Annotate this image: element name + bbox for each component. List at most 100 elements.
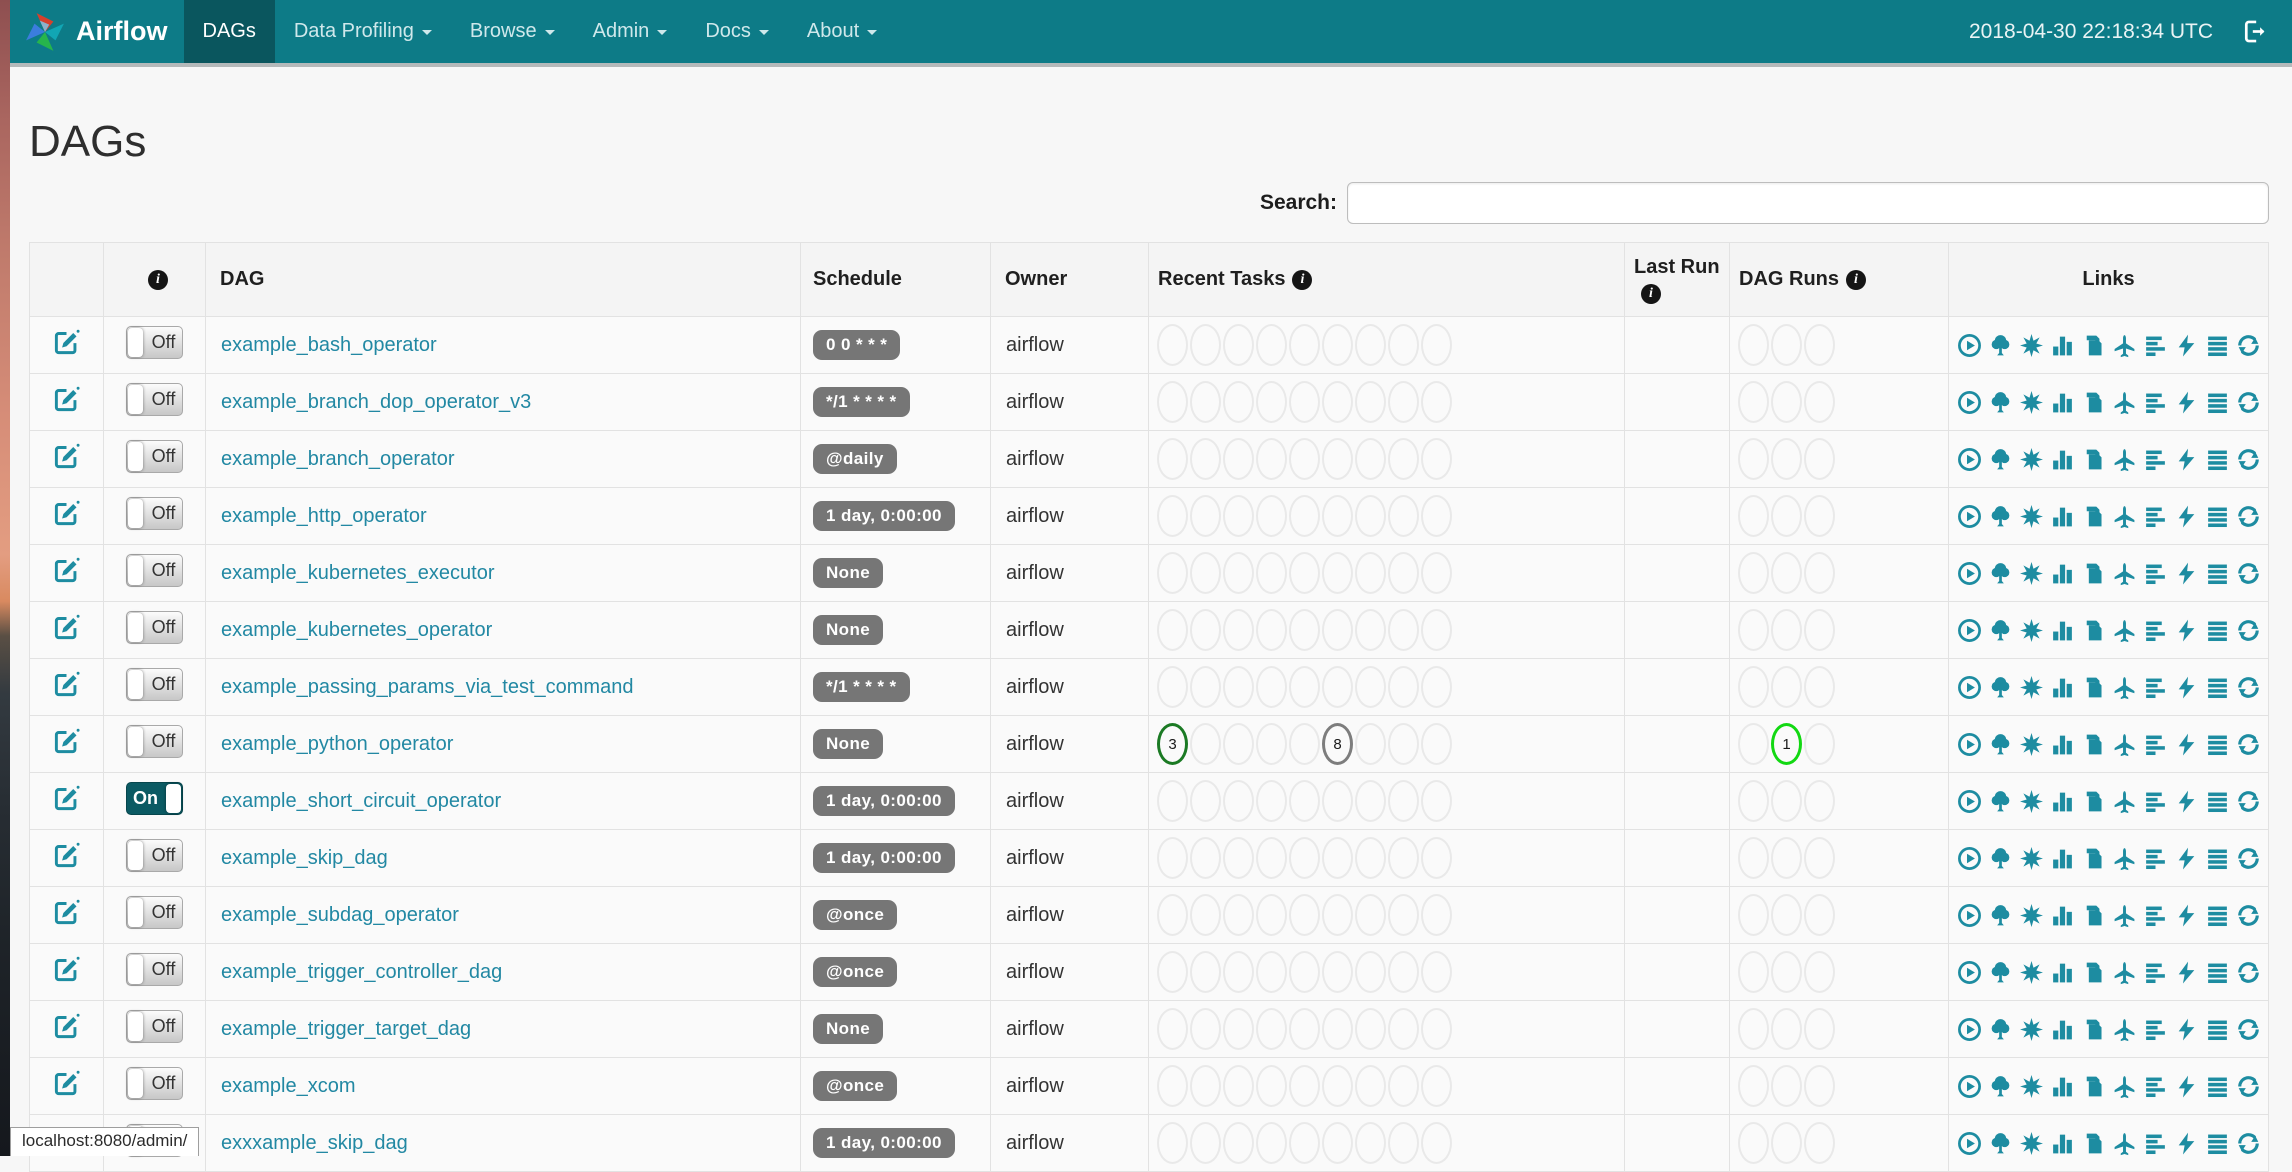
recent-task-circle[interactable] — [1190, 894, 1221, 936]
recent-task-circle[interactable] — [1421, 837, 1452, 879]
logs-icon[interactable] — [2205, 333, 2230, 358]
dag-pause-toggle[interactable]: Off — [126, 1066, 183, 1100]
nav-item-admin[interactable]: Admin — [574, 0, 687, 63]
dag-run-circle[interactable] — [1738, 495, 1769, 537]
gantt-view-icon[interactable] — [2143, 789, 2168, 814]
recent-task-circle[interactable] — [1157, 324, 1188, 366]
dag-pause-toggle[interactable]: Off — [126, 610, 183, 644]
recent-task-circle[interactable] — [1355, 1008, 1386, 1050]
recent-task-circle[interactable] — [1421, 1122, 1452, 1164]
task-tries-icon[interactable] — [2081, 1131, 2106, 1156]
nav-item-browse[interactable]: Browse — [451, 0, 574, 63]
task-duration-icon[interactable] — [2050, 618, 2075, 643]
landing-times-icon[interactable] — [2112, 846, 2137, 871]
recent-task-circle[interactable] — [1355, 438, 1386, 480]
recent-task-circle[interactable] — [1223, 780, 1254, 822]
recent-task-circle[interactable] — [1322, 666, 1353, 708]
dag-run-circle[interactable] — [1771, 324, 1802, 366]
recent-task-circle[interactable] — [1322, 894, 1353, 936]
recent-task-circle[interactable] — [1421, 780, 1452, 822]
recent-task-circle[interactable] — [1190, 1008, 1221, 1050]
logout-icon[interactable] — [2241, 18, 2268, 45]
tree-view-icon[interactable] — [1988, 960, 2013, 985]
refresh-icon[interactable] — [2236, 618, 2261, 643]
code-view-icon[interactable] — [2174, 1074, 2199, 1099]
recent-task-circle[interactable] — [1388, 894, 1419, 936]
dag-pause-toggle[interactable]: Off — [126, 553, 183, 587]
recent-task-circle[interactable] — [1322, 552, 1353, 594]
recent-task-circle[interactable] — [1256, 837, 1287, 879]
recent-task-circle[interactable] — [1289, 1065, 1320, 1107]
recent-task-circle[interactable] — [1355, 723, 1386, 765]
refresh-icon[interactable] — [2236, 903, 2261, 928]
recent-task-circle[interactable] — [1322, 495, 1353, 537]
task-duration-icon[interactable] — [2050, 789, 2075, 814]
tree-view-icon[interactable] — [1988, 390, 2013, 415]
gantt-view-icon[interactable] — [2143, 618, 2168, 643]
task-duration-icon[interactable] — [2050, 390, 2075, 415]
gantt-view-icon[interactable] — [2143, 561, 2168, 586]
recent-task-circle[interactable] — [1388, 324, 1419, 366]
code-view-icon[interactable] — [2174, 561, 2199, 586]
recent-task-circle[interactable] — [1157, 894, 1188, 936]
code-view-icon[interactable] — [2174, 504, 2199, 529]
dag-link[interactable]: example_branch_operator — [221, 448, 455, 470]
dag-pause-toggle[interactable]: Off — [126, 952, 183, 986]
task-tries-icon[interactable] — [2081, 1017, 2106, 1042]
logs-icon[interactable] — [2205, 618, 2230, 643]
recent-task-circle[interactable] — [1322, 381, 1353, 423]
recent-task-circle[interactable] — [1256, 438, 1287, 480]
graph-view-icon[interactable] — [2019, 504, 2044, 529]
recent-task-circle[interactable] — [1157, 951, 1188, 993]
dag-link[interactable]: example_python_operator — [221, 733, 453, 755]
recent-task-circle[interactable] — [1355, 666, 1386, 708]
dag-run-circle[interactable] — [1804, 951, 1835, 993]
recent-task-circle[interactable] — [1289, 495, 1320, 537]
trigger-dag-icon[interactable] — [1957, 1074, 1982, 1099]
trigger-dag-icon[interactable] — [1957, 1017, 1982, 1042]
recent-task-circle[interactable] — [1256, 381, 1287, 423]
tree-view-icon[interactable] — [1988, 447, 2013, 472]
recent-task-circle[interactable] — [1289, 438, 1320, 480]
dag-run-circle[interactable] — [1738, 324, 1769, 366]
logs-icon[interactable] — [2205, 846, 2230, 871]
dag-run-circle[interactable] — [1738, 552, 1769, 594]
logs-icon[interactable] — [2205, 447, 2230, 472]
recent-task-circle[interactable] — [1388, 1065, 1419, 1107]
landing-times-icon[interactable] — [2112, 618, 2137, 643]
dag-run-circle[interactable] — [1738, 837, 1769, 879]
recent-task-circle[interactable] — [1157, 1008, 1188, 1050]
recent-task-circle[interactable] — [1256, 780, 1287, 822]
dag-run-circle[interactable] — [1804, 1122, 1835, 1164]
refresh-icon[interactable] — [2236, 1074, 2261, 1099]
dag-run-circle[interactable] — [1804, 381, 1835, 423]
task-duration-icon[interactable] — [2050, 333, 2075, 358]
recent-task-circle[interactable] — [1256, 951, 1287, 993]
trigger-dag-icon[interactable] — [1957, 447, 1982, 472]
dag-run-circle[interactable] — [1804, 438, 1835, 480]
recent-task-circle[interactable] — [1157, 837, 1188, 879]
tree-view-icon[interactable] — [1988, 561, 2013, 586]
recent-task-circle[interactable] — [1223, 324, 1254, 366]
dag-run-circle[interactable] — [1738, 1008, 1769, 1050]
gantt-view-icon[interactable] — [2143, 447, 2168, 472]
trigger-dag-icon[interactable] — [1957, 618, 1982, 643]
gantt-view-icon[interactable] — [2143, 675, 2168, 700]
gantt-view-icon[interactable] — [2143, 333, 2168, 358]
recent-task-circle[interactable] — [1190, 723, 1221, 765]
recent-task-circle[interactable] — [1157, 1122, 1188, 1164]
recent-task-circle[interactable] — [1355, 894, 1386, 936]
code-view-icon[interactable] — [2174, 390, 2199, 415]
refresh-icon[interactable] — [2236, 1017, 2261, 1042]
recent-task-circle[interactable] — [1190, 837, 1221, 879]
edit-dag-icon[interactable] — [53, 443, 80, 470]
recent-task-circle[interactable] — [1190, 552, 1221, 594]
task-tries-icon[interactable] — [2081, 504, 2106, 529]
recent-task-circle[interactable] — [1256, 552, 1287, 594]
dag-pause-toggle[interactable]: Off — [126, 895, 183, 929]
recent-task-circle[interactable] — [1388, 552, 1419, 594]
gantt-view-icon[interactable] — [2143, 504, 2168, 529]
refresh-icon[interactable] — [2236, 732, 2261, 757]
task-tries-icon[interactable] — [2081, 561, 2106, 586]
landing-times-icon[interactable] — [2112, 390, 2137, 415]
